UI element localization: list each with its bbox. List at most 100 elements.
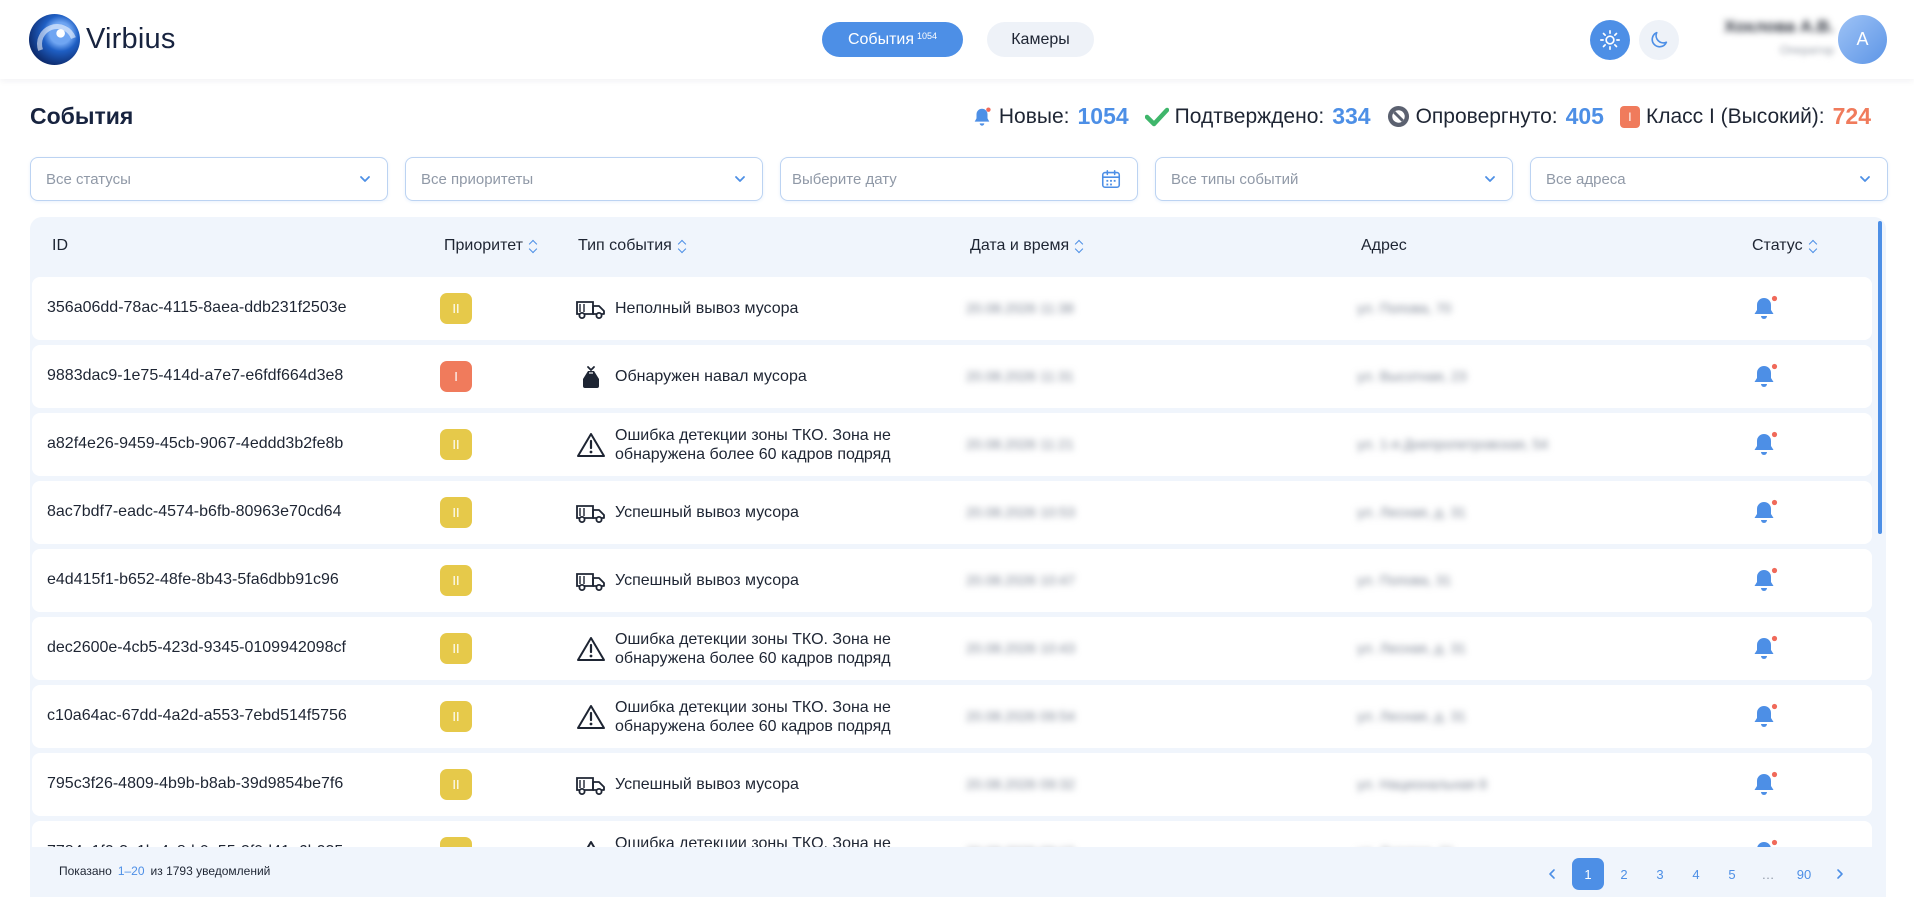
column-header-event-type[interactable]: Тип события (578, 237, 687, 255)
warning-icon (575, 838, 607, 847)
event-datetime: 20.08.2026 11:31 (966, 368, 1074, 384)
chevron-right-icon[interactable] (1824, 858, 1856, 890)
events-table: ID Приоритет Тип события Дата и время Ад… (30, 217, 1886, 897)
stat-refuted: Опровергнуто: 405 (1387, 103, 1604, 130)
status-filter-select[interactable]: Все статусы (30, 157, 388, 201)
address-filter-placeholder: Все адреса (1546, 170, 1626, 188)
column-header-priority[interactable]: Приоритет (444, 237, 538, 255)
dark-theme-button[interactable] (1639, 20, 1679, 60)
bell-icon[interactable] (1750, 497, 1780, 527)
event-type-cell: Успешный вывоз мусора (575, 753, 915, 816)
bell-icon[interactable] (1750, 837, 1780, 847)
event-datetime: 20.08.2026 09:54 (966, 708, 1075, 724)
page-title: События (30, 103, 134, 129)
shown-range: 1–20 (117, 864, 145, 878)
page-button[interactable]: 3 (1644, 858, 1676, 890)
event-type-text: Ошибка детекции зоны ТКО. Зона не обнару… (615, 426, 891, 463)
warning-icon (575, 634, 607, 664)
event-address: ул. 1-я Днепропетровская, 54 (1357, 436, 1549, 452)
user-info[interactable]: Хохлова А.В. Оператор (1710, 17, 1834, 57)
priority-filter-select[interactable]: Все приоритеты (405, 157, 763, 201)
event-id: 795c3f26-4809-4b9b-b8ab-39d9854be7f6 (47, 775, 344, 792)
truck-icon (575, 498, 607, 528)
address-filter-select[interactable]: Все адреса (1530, 157, 1888, 201)
prohibited-icon (1387, 105, 1410, 128)
page-button[interactable]: 2 (1608, 858, 1640, 890)
nav-events-button[interactable]: События 1054 (822, 22, 963, 57)
bell-icon[interactable] (1750, 293, 1780, 323)
app-name: Virbius (86, 23, 176, 55)
nav-cameras-button[interactable]: Камеры (987, 22, 1094, 57)
bell-icon[interactable] (1750, 565, 1780, 595)
garbage-bag-icon (575, 362, 607, 392)
event-address: ул. Высотная, 23 (1357, 368, 1467, 384)
event-type-cell: Успешный вывоз мусора (575, 549, 915, 612)
priority-badge: II (440, 293, 472, 324)
avatar[interactable]: A (1838, 15, 1887, 64)
table-row[interactable]: dec2600e-4cb5-423d-9345-0109942098cf II Ош… (32, 617, 1872, 680)
date-filter-input[interactable]: Выберите дату (780, 157, 1138, 201)
bell-icon[interactable] (1750, 769, 1780, 799)
top-bar: Virbius События 1054 Камеры Хохлова А.В. … (0, 0, 1914, 79)
bell-icon[interactable] (1750, 429, 1780, 459)
bell-icon[interactable] (1750, 361, 1780, 391)
event-datetime: 20.08.2026 10:43 (966, 640, 1075, 656)
event-type-filter-select[interactable]: Все типы событий (1155, 157, 1513, 201)
light-theme-button[interactable] (1590, 20, 1630, 60)
stat-new: Новые: 1054 (971, 103, 1129, 130)
priority-badge: II (440, 633, 472, 664)
table-row[interactable]: e4d415f1-b652-48fe-8b43-5fa6dbb91c96 II Ус… (32, 549, 1872, 612)
event-id: a82f4e26-9459-45cb-9067-4eddd3b2fe8b (47, 435, 344, 452)
sort-icon (1809, 240, 1818, 253)
sort-icon (1075, 240, 1084, 253)
priority-badge: I (440, 361, 472, 392)
stat-class-high: I Класс I (Высокий): 724 (1619, 103, 1871, 130)
table-row[interactable]: 356a06dd-78ac-4115-8aea-ddb231f2503e II Не… (32, 277, 1872, 340)
table-row[interactable]: 795c3f26-4809-4b9b-b8ab-39d9854be7f6 II Ус… (32, 753, 1872, 816)
table-row[interactable]: 7784a1f0-3e1b-4c8d-9a55-2f9d41e6b035IIОш… (32, 821, 1872, 847)
event-id: 8ac7bdf7-eadc-4574-b6fb-80963e70cd64 (47, 503, 342, 520)
event-datetime: 20.08.2026 10:47 (966, 572, 1075, 588)
event-id: dec2600e-4cb5-423d-9345-0109942098cf (47, 639, 346, 656)
bell-icon[interactable] (1750, 701, 1780, 731)
sort-icon (678, 240, 687, 253)
table-row[interactable]: 9883dac9-1e75-414d-a7e7-e6fdf664d3e8 I Обн… (32, 345, 1872, 408)
event-type-cell: Ошибка детекции зоны ТКО. Зона не обнару… (575, 617, 915, 680)
table-row[interactable]: 8ac7bdf7-eadc-4574-b6fb-80963e70cd64 II Ус… (32, 481, 1872, 544)
event-id: 356a06dd-78ac-4115-8aea-ddb231f2503e (47, 299, 347, 316)
calendar-icon (1101, 169, 1121, 189)
page-button[interactable]: 4 (1680, 858, 1712, 890)
truck-icon (575, 566, 607, 596)
event-datetime: 20.08.2026 09:32 (966, 776, 1075, 792)
priority-badge: II (440, 769, 472, 800)
table-row[interactable]: c10a64ac-67dd-4a2d-a553-7ebd514f5756 II Ош… (32, 685, 1872, 748)
event-type-text: Обнаружен навал мусора (615, 368, 807, 385)
logo-mark-icon (29, 14, 80, 65)
date-filter-placeholder: Выберите дату (792, 170, 897, 188)
stat-refuted-label: Опровергнуто: (1415, 104, 1558, 128)
stats-bar: Новые: 1054 Подтверждено: 334 Опровергну… (955, 103, 1871, 130)
app-logo[interactable]: Virbius (29, 14, 176, 65)
stat-new-label: Новые: (998, 104, 1070, 128)
chevron-left-icon[interactable] (1536, 858, 1568, 890)
event-address: ул. Попова, 70 (1357, 300, 1452, 316)
sort-icon (529, 240, 538, 253)
event-type-text: Ошибка детекции зоны ТКО. Зона не обнару… (615, 630, 891, 667)
column-header-status[interactable]: Статус (1752, 237, 1818, 255)
filters-bar: Все статусы Все приоритеты Выберите дату… (30, 157, 1888, 201)
table-scrollbar[interactable] (1878, 221, 1882, 534)
column-header-datetime[interactable]: Дата и время (970, 237, 1084, 255)
page-button[interactable]: 1 (1572, 858, 1604, 890)
event-id: 9883dac9-1e75-414d-a7e7-e6fdf664d3e8 (47, 367, 344, 384)
column-address-label: Адрес (1361, 237, 1407, 254)
truck-icon (575, 294, 607, 324)
bell-icon[interactable] (1750, 633, 1780, 663)
table-row[interactable]: a82f4e26-9459-45cb-9067-4eddd3b2fe8b II Ош… (32, 413, 1872, 476)
event-type-cell: Ошибка детекции зоны ТКО. Зона не обнару… (575, 413, 915, 476)
moon-icon (1651, 31, 1668, 48)
page-button[interactable]: 5 (1716, 858, 1748, 890)
chevron-down-icon (1485, 176, 1495, 182)
event-type-text: Успешный вывоз мусора (615, 504, 799, 521)
column-header-address: Адрес (1361, 237, 1407, 255)
page-button[interactable]: 90 (1788, 858, 1820, 890)
